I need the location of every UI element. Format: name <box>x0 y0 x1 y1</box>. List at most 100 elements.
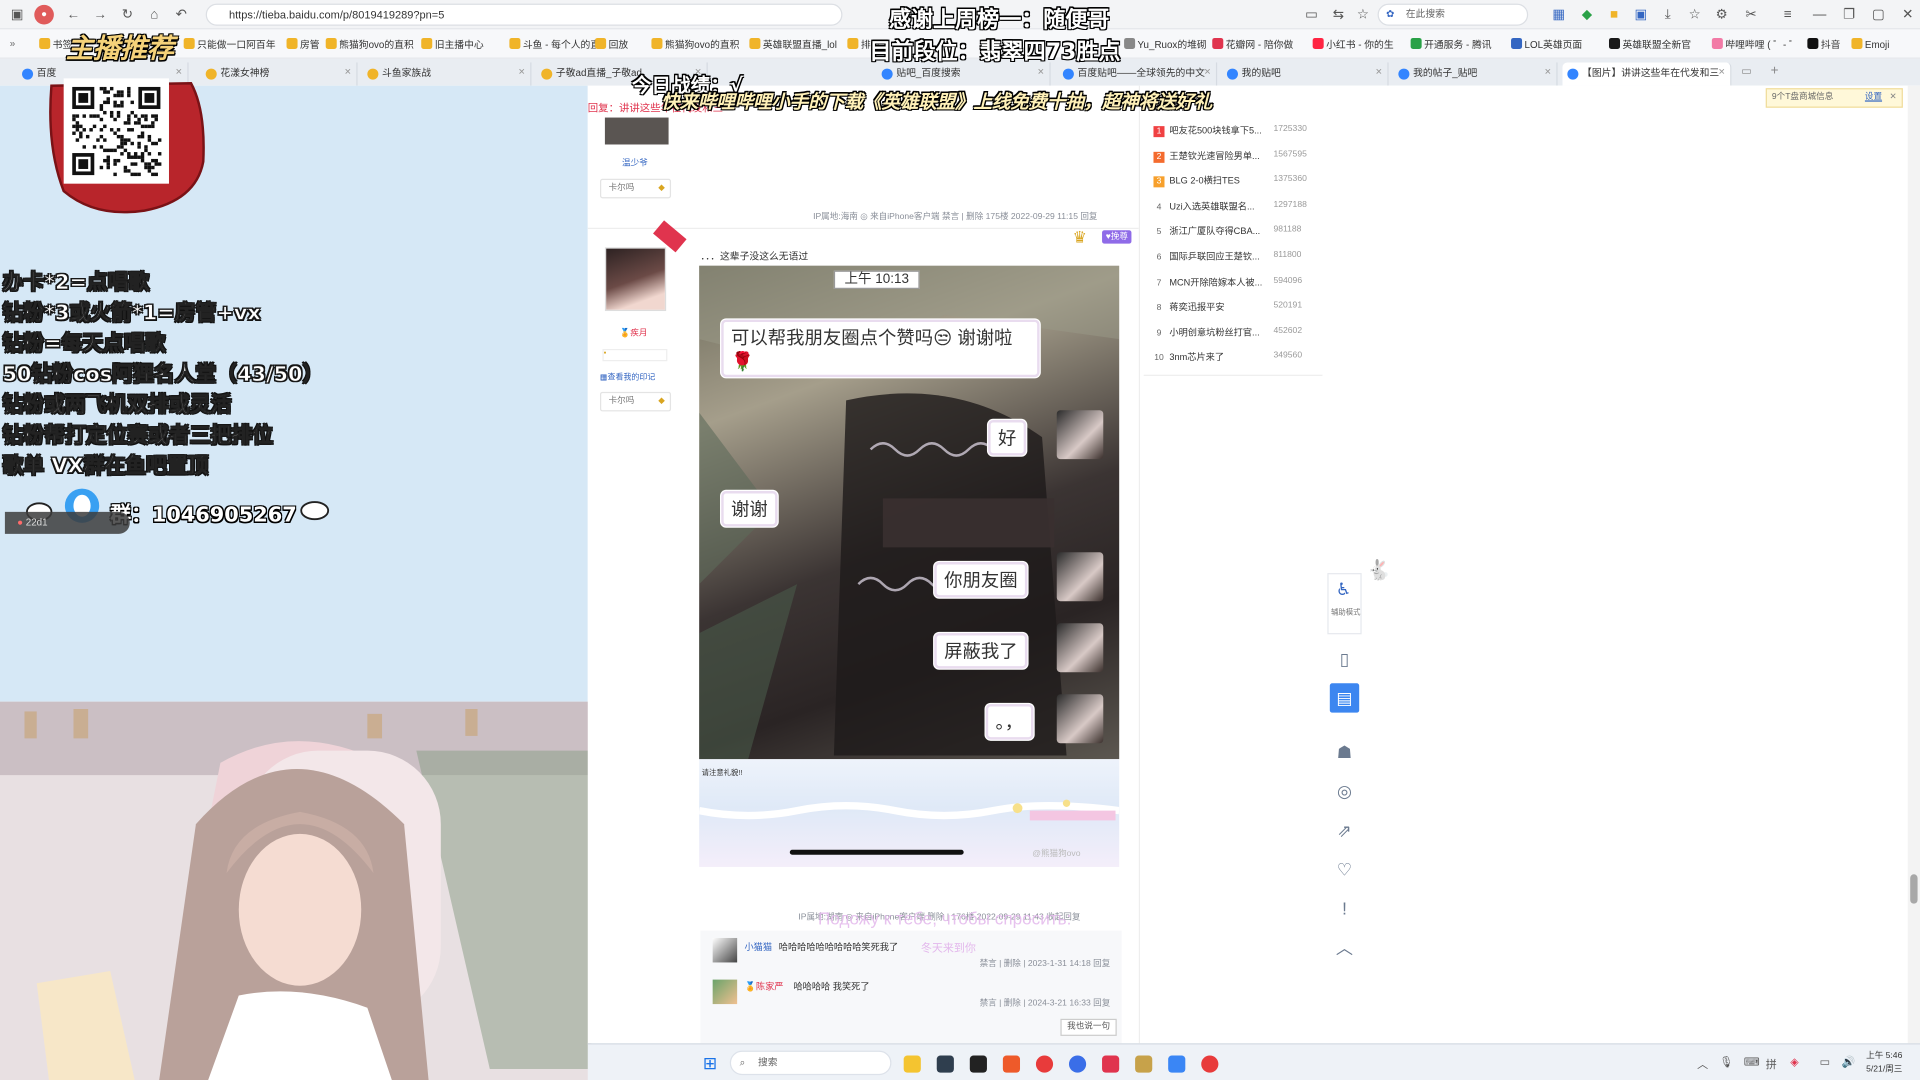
hot-title[interactable]: Uzi入选英雄联盟名... <box>1169 201 1254 212</box>
extension3-icon[interactable]: ■ <box>1604 5 1624 25</box>
maximize-icon[interactable]: ▢ <box>1869 5 1889 25</box>
tab-close-icon[interactable]: ✕ <box>518 62 525 84</box>
hot-list-item[interactable]: 7 MCN开除陪嫁本人被... <box>1153 275 1263 288</box>
tray-volume-icon[interactable]: 🔊 <box>1842 1056 1856 1069</box>
bookmark-item[interactable]: 斗鱼 - 每个人的直 <box>509 37 600 51</box>
tab-list-icon[interactable]: ▭ <box>1741 65 1751 78</box>
browser-tab[interactable]: 花漾女神榜 ✕ <box>201 62 358 86</box>
hot-title[interactable]: 蒋奕迅报平安 <box>1169 301 1224 312</box>
app-douyu-icon[interactable] <box>1201 1055 1219 1073</box>
hot-title[interactable]: MCN开除陪嫁本人被... <box>1169 276 1262 287</box>
app-chrome-icon[interactable] <box>1035 1055 1054 1073</box>
bookmark-item[interactable]: 旧主播中心 <box>421 37 484 51</box>
bookmark-item[interactable]: 英雄联盟全新官 <box>1608 37 1691 51</box>
minimize-icon[interactable]: — <box>1810 5 1830 25</box>
bookmark-item[interactable]: 回放 <box>595 37 628 51</box>
bookmark-item[interactable]: LOL英雄页面 <box>1511 37 1582 51</box>
bookmark-item[interactable]: 只能做一口阿百年 <box>183 37 276 51</box>
tab-close-icon[interactable]: ✕ <box>1544 62 1551 84</box>
reply-button[interactable]: 我也说一句 <box>1060 1018 1117 1036</box>
hot-list-item[interactable]: 2 王楚钦光速冒险男单... <box>1153 149 1260 163</box>
settings-icon[interactable]: ⚙ <box>1712 5 1732 25</box>
bookmark-item[interactable]: 英雄联盟直播_lol <box>749 37 837 51</box>
back-icon[interactable]: ← <box>64 5 84 25</box>
bookmark-item[interactable]: 开通服务 - 腾讯 <box>1410 37 1492 51</box>
scrollbar-thumb[interactable] <box>1910 874 1918 904</box>
tray-up-icon[interactable]: ︿ <box>1697 1056 1708 1072</box>
taskbar-search[interactable]: ⌕ 搜索 <box>729 1050 892 1076</box>
chat-screenshot-image[interactable]: 上午 10:13 可以帮我朋友圈点个赞吗😒 谢谢啦🌹 好 谢谢 你朋友圈 屏蔽我… <box>699 265 1120 760</box>
user2-link[interactable]: ▦查看我的印记 <box>600 370 655 382</box>
hot-title[interactable]: 浙江广厦队夺得CBA... <box>1169 226 1260 237</box>
tab-close-icon[interactable]: ✕ <box>1204 62 1211 84</box>
reload-icon[interactable]: ↻ <box>118 5 138 25</box>
search-input[interactable]: ✿ 在此搜索 <box>1377 3 1529 26</box>
hot-title[interactable]: 小明创意坑粉丝打官... <box>1169 327 1259 338</box>
app-obs-icon[interactable] <box>903 1055 921 1073</box>
browser-tab[interactable]: 斗鱼家族战 ✕ <box>362 62 532 86</box>
bookmark-item[interactable]: Emoji <box>1851 37 1889 50</box>
app-edge-icon[interactable] <box>1068 1055 1087 1073</box>
menu-icon[interactable]: ≡ <box>1778 5 1798 25</box>
hot-list-item[interactable]: 8 蒋奕迅报平安 <box>1153 300 1225 313</box>
extension-icon[interactable]: ▦ <box>1549 5 1569 25</box>
hot-title[interactable]: BLG 2-0横扫TES <box>1169 175 1239 186</box>
app-chat-icon[interactable] <box>1168 1055 1186 1073</box>
star-icon[interactable]: ☆ <box>1353 5 1373 25</box>
home-icon[interactable]: ⌂ <box>144 5 164 25</box>
taskbar-time[interactable]: 上午 5:46 <box>1866 1049 1902 1061</box>
bookmark-item[interactable]: 房管 <box>286 37 320 51</box>
download-icon[interactable]: ⤓ <box>1658 5 1678 25</box>
extension4-icon[interactable]: ▣ <box>1631 5 1651 25</box>
user2-avatar[interactable] <box>604 247 667 312</box>
hot-list-item[interactable]: 1 吧友花500块钱拿下5... <box>1153 124 1262 138</box>
hot-list-item[interactable]: 10 3nm芯片来了 <box>1153 351 1224 364</box>
accessibility-mode[interactable]: ♿ 辅助模式 <box>1327 573 1362 635</box>
tray-mic-icon[interactable]: 🎙 <box>1719 1056 1733 1069</box>
taskbar-date[interactable]: 5/21/周三 <box>1866 1063 1902 1075</box>
translate-icon[interactable]: ⇆ <box>1329 5 1349 25</box>
tools-icon[interactable]: ✂ <box>1741 5 1761 25</box>
tab-close-icon[interactable]: ✕ <box>1375 62 1382 84</box>
favorites-icon[interactable]: ☆ <box>1685 5 1705 25</box>
bookmarks-expand-icon[interactable]: » <box>10 38 15 49</box>
address-bar[interactable]: https://tieba.baidu.com/p/8019419289?pn=… <box>205 3 843 26</box>
app-c-icon[interactable] <box>969 1055 987 1073</box>
robot-icon[interactable]: ☗ <box>1330 737 1359 766</box>
hot-title[interactable]: 国际乒联回应王楚钦... <box>1169 251 1259 262</box>
tab-close-icon[interactable]: ✕ <box>344 62 351 84</box>
tab-close-icon[interactable]: ✕ <box>1718 62 1725 84</box>
bookmark-item[interactable]: 熊猫狗ovo的直积 <box>325 37 414 51</box>
tray-network-icon[interactable]: ▭ <box>1820 1056 1830 1069</box>
browser-tab[interactable]: 【图片】讲讲这些年在代发和三 ✕ <box>1562 62 1732 86</box>
app-terminal-icon[interactable] <box>936 1055 954 1073</box>
tray-keyboard-icon[interactable]: ⌨ <box>1744 1056 1760 1069</box>
bookmark-item[interactable]: 小红书 - 你的生 <box>1312 37 1394 51</box>
page-scrollbar[interactable] <box>1907 85 1920 1044</box>
hot-title[interactable]: 吧友花500块钱拿下5... <box>1169 125 1261 136</box>
comment2-user[interactable]: 陈家严 <box>756 981 784 992</box>
notice-close-icon[interactable]: ✕ <box>1890 89 1897 106</box>
hot-list-item[interactable]: 9 小明创意坑粉丝打官... <box>1153 325 1260 338</box>
extension2-icon[interactable]: ◆ <box>1577 5 1597 25</box>
hot-title[interactable]: 王楚钦光速冒险男单... <box>1169 150 1259 161</box>
forward-icon[interactable]: → <box>91 5 111 25</box>
user2-link-text[interactable]: 查看我的印记 <box>608 373 656 382</box>
comment1-avatar[interactable] <box>712 937 738 963</box>
user1-avatar[interactable] <box>604 117 669 145</box>
bookmark-item[interactable]: 哔哩哔哩 ( ゜- ゜ <box>1711 37 1799 51</box>
back-to-top-icon[interactable]: ︿ <box>1330 933 1359 962</box>
url-text[interactable]: https://tieba.baidu.com/p/8019419289?pn=… <box>229 9 444 21</box>
app-netease-icon[interactable] <box>1102 1055 1120 1073</box>
message-icon[interactable]: ▤ <box>1329 683 1360 713</box>
bookmark-item[interactable]: 熊猫狗ovo的直积 <box>651 37 739 51</box>
tray-app-icon[interactable]: ◈ <box>1790 1056 1798 1069</box>
hot-title[interactable]: 3nm芯片来了 <box>1169 352 1224 363</box>
bookmark-item[interactable]: 抖音 <box>1807 37 1840 51</box>
reader-icon[interactable]: ▭ <box>1302 5 1322 25</box>
like-icon[interactable]: ♡ <box>1330 855 1359 884</box>
restore-icon[interactable]: ❐ <box>1839 5 1859 25</box>
report-icon[interactable]: ! <box>1330 894 1359 923</box>
close-icon[interactable]: ✕ <box>1898 5 1918 25</box>
phone-icon[interactable]: ▯ <box>1330 644 1359 673</box>
